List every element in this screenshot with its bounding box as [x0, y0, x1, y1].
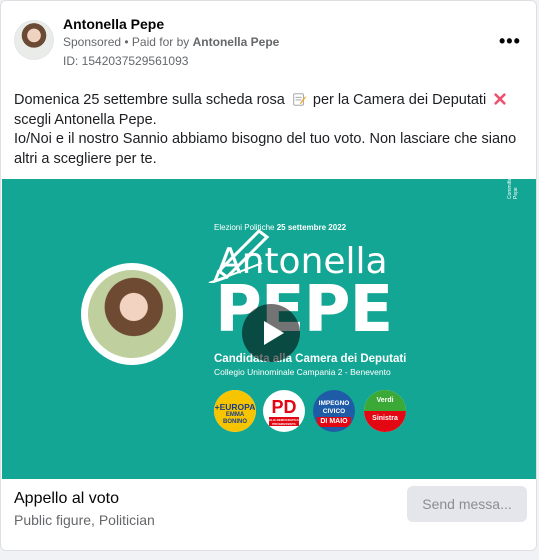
memo-emoji-icon [293, 93, 306, 106]
europa-logo: +EUROPA EMMA BONINO [214, 390, 256, 432]
post-text-line3: Io/Noi e il nostro Sannio abbiamo bisogn… [14, 131, 517, 167]
cta-title[interactable]: Appello al voto [14, 490, 119, 508]
candidacy-text: Candidata alla Camera dei Deputati [214, 353, 407, 365]
sponsored-label: Sponsored [63, 35, 122, 49]
ad-id: ID: 1542037529561093 [63, 54, 189, 68]
candidate-photo [88, 270, 176, 358]
post-text: Domenica 25 settembre sulla scheda rosa … [14, 91, 529, 169]
play-icon[interactable] [242, 304, 300, 362]
paid-prefix: • Paid for by [124, 35, 190, 49]
verdi-sinistra-logo: Verdi Sinistra [364, 390, 406, 432]
ad-card: Antonella Pepe Sponsored • Paid for by A… [0, 0, 537, 551]
election-date: 25 settembre 2022 [276, 223, 347, 232]
college-text: Collegio Uninominale Campania 2 - Beneve… [214, 367, 391, 377]
committente-text: Committente Responsabile Antonella Pepe [507, 179, 519, 199]
sponsor-line: Sponsored • Paid for by Antonella Pepe [63, 35, 279, 49]
page-category: Public figure, Politician [14, 512, 155, 528]
paid-by-name[interactable]: Antonella Pepe [193, 35, 280, 49]
avatar[interactable] [14, 20, 54, 60]
send-message-button[interactable]: Send messa... [407, 486, 527, 522]
more-options-icon[interactable]: ••• [499, 31, 521, 52]
post-text-line2: scegli Antonella Pepe. [14, 111, 157, 128]
post-text-line1-b: per la Camera dei Deputati [312, 92, 487, 108]
pd-logo: PD ITALIA DEMOCRATICA E PROGRESSISTA [263, 390, 305, 432]
impegno-civico-logo: IMPEGNO CIVICO DI MAIO [313, 390, 355, 432]
ad-video[interactable]: Committente Responsabile Antonella Pepe … [2, 179, 536, 479]
cross-mark-emoji-icon [494, 93, 506, 105]
post-text-line1-a: Domenica 25 settembre sulla scheda rosa [14, 92, 285, 108]
author-name[interactable]: Antonella Pepe [63, 16, 164, 32]
